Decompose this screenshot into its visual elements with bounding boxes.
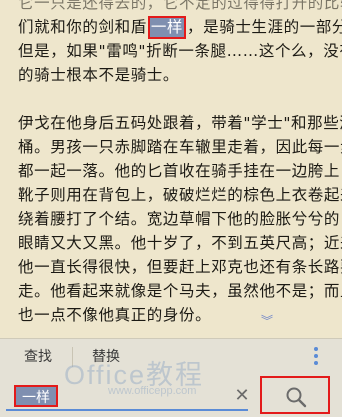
text-line: 桶。男孩一只赤脚踏在车辙里走着，因此每一步 bbox=[18, 135, 342, 159]
text-line: 眼睛又大又黑。他十岁了，不到五英尺高；近来 bbox=[18, 231, 342, 255]
search-row: 一样 ✕ bbox=[0, 375, 342, 417]
search-button[interactable] bbox=[260, 376, 330, 414]
tab-find[interactable]: 查找 bbox=[24, 345, 52, 369]
reader-page: 它一只是还得去的，它不定的过得得打开的比较，它们就和你的剑和盾一样，是骑士生涯的… bbox=[0, 0, 342, 338]
tab-replace[interactable]: 替换 bbox=[92, 345, 120, 369]
text-segment: 它一只是还得去的，它不定的过得得打开的比较，它 bbox=[18, 0, 342, 12]
text-line: 都一起一落。他的匕首收在骑手挂在一边胯上， bbox=[18, 159, 342, 183]
text-segment: 们就和你的剑和盾 bbox=[18, 18, 147, 36]
text-line: 但是，如果"雷鸣"折断一条腿……这个么，没有马 bbox=[18, 39, 342, 63]
text-line: 它一只是还得去的，它不定的过得得打开的比较，它 bbox=[18, 0, 342, 15]
text-segment: 伊戈在他身后五码处跟着，带着"学士"和那些酒 bbox=[18, 114, 342, 132]
text-segment: 的骑士根本不是骑士。 bbox=[18, 66, 180, 84]
text-segment: 走。他看起来就像是个马夫，虽然他不是；而且 bbox=[18, 282, 342, 300]
text-segment: 眼睛又大又黑。他十岁了，不到五英尺高；近来 bbox=[18, 234, 342, 252]
clear-icon[interactable]: ✕ bbox=[232, 385, 252, 407]
text-segment: 桶。男孩一只赤脚踏在车辙里走着，因此每一步 bbox=[18, 138, 342, 156]
text-segment: 都一起一落。他的匕首收在骑手挂在一边胯上， bbox=[18, 162, 342, 180]
text-line: 也一点不像他真正的身份。 bbox=[18, 303, 328, 327]
text-line: 伊戈在他身后五码处跟着，带着"学士"和那些酒 bbox=[18, 111, 342, 135]
text-segment: ，是骑士生涯的一部分。 bbox=[187, 18, 342, 36]
magnifier-icon bbox=[286, 387, 307, 408]
text-segment: 靴子则用在背包上，破破烂烂的棕色上衣卷起来 bbox=[18, 186, 342, 204]
text-line: 走。他看起来就像是个马夫，虽然他不是；而且 bbox=[18, 279, 342, 303]
tab-divider bbox=[72, 347, 73, 367]
scroll-down-chevron-icon[interactable]: ︾ bbox=[260, 314, 274, 328]
search-query-text: 一样 bbox=[14, 385, 58, 407]
find-replace-toolbar: 查找 替换 一样 ✕ bbox=[0, 338, 342, 417]
text-line: 绕着腰打了个结。宽边草帽下他的脸胀兮兮的， bbox=[18, 207, 342, 231]
text-segment: 但是，如果"雷鸣"折断一条腿……这个么，没有马 bbox=[18, 42, 342, 60]
text-line: 他一直长得很快，但要赶上邓克也还有条长路要 bbox=[18, 255, 342, 279]
text-segment: 绕着腰打了个结。宽边草帽下他的脸胀兮兮的， bbox=[18, 210, 342, 228]
text-segment: 他一直长得很快，但要赶上邓克也还有条长路要 bbox=[18, 258, 342, 276]
search-match-highlight[interactable]: 一样 bbox=[147, 16, 187, 39]
toolbar-tabs: 查找 替换 bbox=[0, 339, 342, 375]
text-segment: 也一点不像他真正的身份。 bbox=[18, 306, 212, 324]
text-line: 靴子则用在背包上，破破烂烂的棕色上衣卷起来 bbox=[18, 183, 342, 207]
text-line: 们就和你的剑和盾一样，是骑士生涯的一部分。 bbox=[18, 15, 342, 39]
overflow-menu-icon[interactable] bbox=[310, 345, 322, 369]
text-line: 的骑士根本不是骑士。 bbox=[18, 63, 328, 87]
